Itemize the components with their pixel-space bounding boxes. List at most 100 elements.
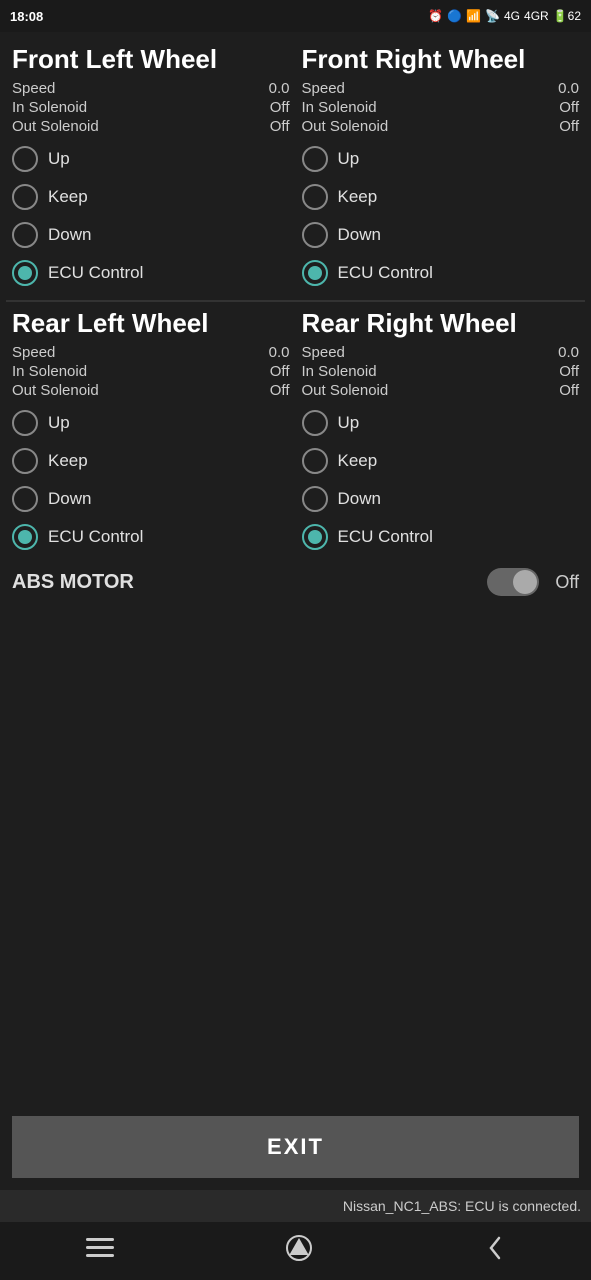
front-left-ecu-option[interactable]: ECU Control bbox=[12, 256, 290, 290]
front-left-insolenoid-value: Off bbox=[270, 99, 290, 116]
rear-left-section: Rear Left Wheel Speed 0.0 In Solenoid Of… bbox=[6, 304, 296, 558]
rear-left-keep-label: Keep bbox=[48, 451, 88, 471]
front-right-speed-label: Speed bbox=[302, 80, 345, 97]
abs-motor-row: ABS MOTOR Off bbox=[6, 558, 585, 606]
toggle-knob bbox=[513, 570, 537, 594]
front-right-up-label: Up bbox=[338, 149, 360, 169]
rear-right-down-radio[interactable] bbox=[302, 486, 328, 512]
rear-right-speed-value: 0.0 bbox=[558, 344, 579, 361]
ecu-status-text: Nissan_NC1_ABS: ECU is connected. bbox=[343, 1198, 581, 1214]
rear-right-keep-radio[interactable] bbox=[302, 448, 328, 474]
front-right-down-radio[interactable] bbox=[302, 222, 328, 248]
network-4gr: 4GR bbox=[524, 9, 549, 23]
rear-left-down-radio[interactable] bbox=[12, 486, 38, 512]
rear-left-up-option[interactable]: Up bbox=[12, 406, 290, 440]
nav-bar bbox=[0, 1222, 591, 1280]
status-bar: 18:08 ⏰ 🔵 📶 📡 4G 4GR 🔋62 bbox=[0, 0, 591, 32]
rear-right-outsolenoid-row: Out Solenoid Off bbox=[302, 381, 580, 400]
front-left-ecu-label: ECU Control bbox=[48, 263, 143, 283]
front-right-ecu-radio[interactable] bbox=[302, 260, 328, 286]
rear-right-keep-label: Keep bbox=[338, 451, 378, 471]
front-right-up-option[interactable]: Up bbox=[302, 142, 580, 176]
rear-left-up-label: Up bbox=[48, 413, 70, 433]
rear-right-ecu-radio[interactable] bbox=[302, 524, 328, 550]
front-left-up-label: Up bbox=[48, 149, 70, 169]
front-wheels-grid: Front Left Wheel Speed 0.0 In Solenoid O… bbox=[6, 40, 585, 294]
front-right-down-option[interactable]: Down bbox=[302, 218, 580, 252]
front-right-insolenoid-value: Off bbox=[559, 99, 579, 116]
rear-right-down-option[interactable]: Down bbox=[302, 482, 580, 516]
front-right-section: Front Right Wheel Speed 0.0 In Solenoid … bbox=[296, 40, 586, 294]
rear-left-outsolenoid-label: Out Solenoid bbox=[12, 382, 99, 399]
front-right-radio-group: Up Keep Down ECU Control bbox=[302, 142, 580, 290]
rear-left-keep-radio[interactable] bbox=[12, 448, 38, 474]
front-left-speed-value: 0.0 bbox=[269, 80, 290, 97]
rear-left-up-radio[interactable] bbox=[12, 410, 38, 436]
front-right-up-radio[interactable] bbox=[302, 146, 328, 172]
front-left-up-option[interactable]: Up bbox=[12, 142, 290, 176]
wifi-icon: 📡 bbox=[485, 9, 500, 23]
rear-right-up-radio[interactable] bbox=[302, 410, 328, 436]
rear-left-outsolenoid-row: Out Solenoid Off bbox=[12, 381, 290, 400]
rear-right-outsolenoid-value: Off bbox=[559, 382, 579, 399]
front-left-ecu-radio[interactable] bbox=[12, 260, 38, 286]
rear-left-speed-value: 0.0 bbox=[269, 344, 290, 361]
nav-home-icon[interactable] bbox=[265, 1226, 333, 1277]
front-left-radio-group: Up Keep Down ECU Control bbox=[12, 142, 290, 290]
front-left-keep-radio[interactable] bbox=[12, 184, 38, 210]
front-left-section: Front Left Wheel Speed 0.0 In Solenoid O… bbox=[6, 40, 296, 294]
front-left-down-option[interactable]: Down bbox=[12, 218, 290, 252]
rear-left-keep-option[interactable]: Keep bbox=[12, 444, 290, 478]
middle-divider bbox=[6, 300, 585, 302]
front-right-outsolenoid-row: Out Solenoid Off bbox=[302, 117, 580, 136]
rear-right-title: Rear Right Wheel bbox=[302, 308, 580, 339]
front-left-down-label: Down bbox=[48, 225, 91, 245]
rear-right-insolenoid-value: Off bbox=[559, 363, 579, 380]
rear-left-speed-label: Speed bbox=[12, 344, 55, 361]
rear-left-ecu-option[interactable]: ECU Control bbox=[12, 520, 290, 554]
front-left-outsolenoid-row: Out Solenoid Off bbox=[12, 117, 290, 136]
rear-right-speed-label: Speed bbox=[302, 344, 345, 361]
rear-left-ecu-radio[interactable] bbox=[12, 524, 38, 550]
rear-right-insolenoid-row: In Solenoid Off bbox=[302, 362, 580, 381]
rear-left-title: Rear Left Wheel bbox=[12, 308, 290, 339]
front-left-speed-label: Speed bbox=[12, 80, 55, 97]
front-right-ecu-option[interactable]: ECU Control bbox=[302, 256, 580, 290]
rear-right-keep-option[interactable]: Keep bbox=[302, 444, 580, 478]
ecu-status-bar: Nissan_NC1_ABS: ECU is connected. bbox=[0, 1190, 591, 1222]
rear-right-outsolenoid-label: Out Solenoid bbox=[302, 382, 389, 399]
front-left-keep-option[interactable]: Keep bbox=[12, 180, 290, 214]
front-right-insolenoid-row: In Solenoid Off bbox=[302, 98, 580, 117]
front-left-up-radio[interactable] bbox=[12, 146, 38, 172]
rear-right-down-label: Down bbox=[338, 489, 381, 509]
nav-back-icon[interactable] bbox=[465, 1226, 525, 1277]
front-left-down-radio[interactable] bbox=[12, 222, 38, 248]
abs-motor-value: Off bbox=[555, 572, 579, 593]
rear-left-down-option[interactable]: Down bbox=[12, 482, 290, 516]
rear-right-ecu-label: ECU Control bbox=[338, 527, 433, 547]
front-left-speed-row: Speed 0.0 bbox=[12, 79, 290, 98]
rear-right-insolenoid-label: In Solenoid bbox=[302, 363, 377, 380]
front-right-keep-radio[interactable] bbox=[302, 184, 328, 210]
status-time: 18:08 bbox=[10, 9, 43, 24]
rear-left-insolenoid-value: Off bbox=[270, 363, 290, 380]
abs-motor-toggle[interactable] bbox=[487, 568, 539, 596]
rear-right-ecu-option[interactable]: ECU Control bbox=[302, 520, 580, 554]
main-content: Front Left Wheel Speed 0.0 In Solenoid O… bbox=[0, 32, 591, 1190]
rear-right-up-option[interactable]: Up bbox=[302, 406, 580, 440]
rear-right-section: Rear Right Wheel Speed 0.0 In Solenoid O… bbox=[296, 304, 586, 558]
rear-left-ecu-label: ECU Control bbox=[48, 527, 143, 547]
content-spacer bbox=[6, 606, 585, 1110]
exit-button[interactable]: EXIT bbox=[12, 1116, 579, 1178]
front-left-keep-label: Keep bbox=[48, 187, 88, 207]
battery-icon: 🔋62 bbox=[553, 9, 581, 23]
front-right-keep-option[interactable]: Keep bbox=[302, 180, 580, 214]
front-right-speed-row: Speed 0.0 bbox=[302, 79, 580, 98]
bluetooth-icon: 🔵 bbox=[447, 9, 462, 23]
abs-motor-label: ABS MOTOR bbox=[12, 571, 477, 594]
front-right-outsolenoid-value: Off bbox=[559, 118, 579, 135]
nav-menu-icon[interactable] bbox=[66, 1229, 134, 1273]
rear-left-speed-row: Speed 0.0 bbox=[12, 343, 290, 362]
front-left-insolenoid-label: In Solenoid bbox=[12, 99, 87, 116]
rear-wheels-grid: Rear Left Wheel Speed 0.0 In Solenoid Of… bbox=[6, 304, 585, 558]
